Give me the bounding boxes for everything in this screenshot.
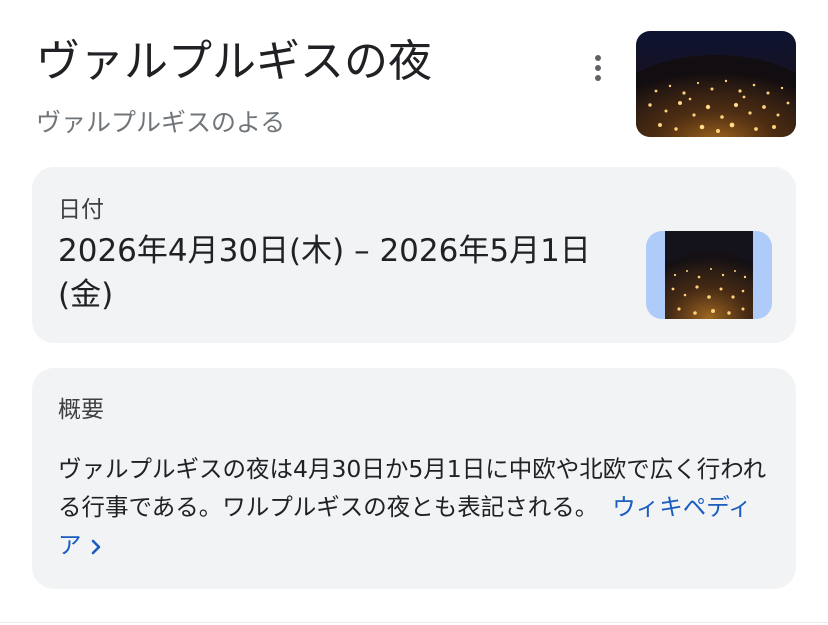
night-festival-image xyxy=(636,31,796,137)
more-options-button[interactable] xyxy=(580,50,616,86)
chevron-right-icon xyxy=(91,539,100,554)
summary-label: 概要 xyxy=(58,397,104,423)
date-label: 日付 xyxy=(58,197,104,223)
knowledge-panel: ヴァルプルギスの夜 ヴァルプルギスのよる 日付 2026年4月30日(木) – … xyxy=(0,0,828,625)
more-vert-icon-dot xyxy=(595,75,601,81)
summary-text: ヴァルプルギスの夜は4月30日か5月1日に中欧や北欧で広く行われる行事である。ワ… xyxy=(58,450,770,564)
page-title: ヴァルプルギスの夜 xyxy=(36,36,432,87)
date-card: 日付 2026年4月30日(木) – 2026年5月1日(金) xyxy=(32,167,796,343)
date-image-thumbnail[interactable] xyxy=(646,231,772,319)
header-image[interactable] xyxy=(636,31,796,137)
date-value: 2026年4月30日(木) – 2026年5月1日(金) xyxy=(58,233,591,313)
more-vert-icon-dot xyxy=(595,65,601,71)
night-festival-thumbnail xyxy=(665,231,753,319)
more-vert-icon xyxy=(595,55,601,61)
bottom-divider xyxy=(0,622,828,623)
page-subtitle-reading: ヴァルプルギスのよる xyxy=(36,108,286,137)
summary-card: 概要 ヴァルプルギスの夜は4月30日か5月1日に中欧や北欧で広く行われる行事であ… xyxy=(32,368,796,589)
